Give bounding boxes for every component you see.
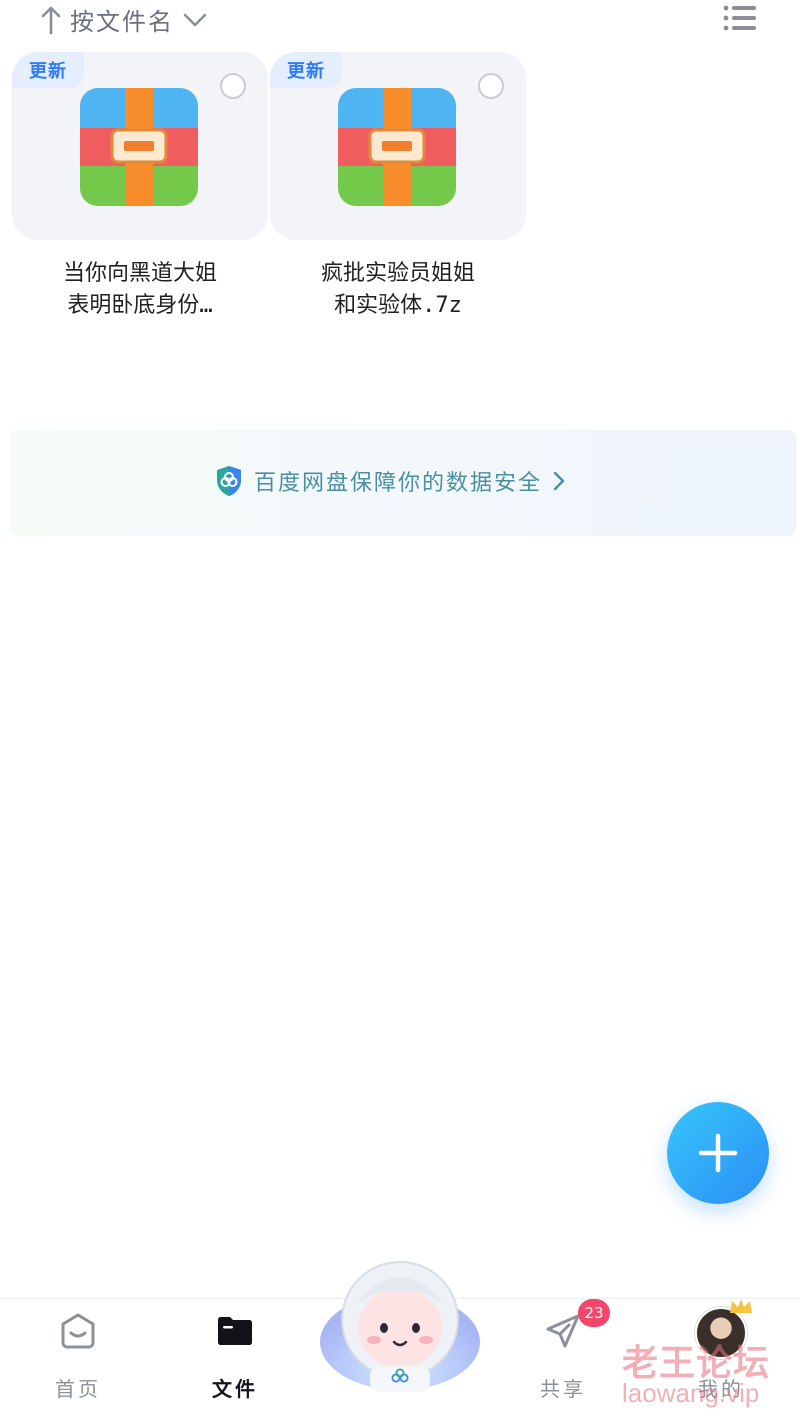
security-banner-content: 百度网盘保障你的数据安全 xyxy=(214,464,566,498)
list-view-button[interactable] xyxy=(718,2,762,38)
home-icon xyxy=(61,1313,95,1349)
security-banner[interactable]: 百度网盘保障你的数据安全 xyxy=(10,430,796,536)
zip-archive-icon xyxy=(80,88,198,206)
file-name: 当你向黑道大姐 表明卧底身份… xyxy=(12,258,268,322)
nav-home[interactable]: 首页 xyxy=(23,1299,133,1418)
notification-badge: 23 xyxy=(578,1299,610,1327)
file-thumbnail[interactable]: 更新 xyxy=(270,52,526,240)
update-badge-label: 更新 xyxy=(287,61,325,82)
file-thumbnail[interactable]: 更新 xyxy=(12,52,268,240)
sort-label: 按文件名 xyxy=(70,8,174,36)
select-checkbox[interactable] xyxy=(220,73,246,99)
file-name: 疯批实验员姐姐 和实验体.7z xyxy=(270,258,526,322)
plus-icon xyxy=(698,1133,738,1173)
crown-icon xyxy=(730,1299,752,1313)
file-card[interactable]: 更新 疯批实验员姐姐 和实验体.7z xyxy=(270,52,526,328)
nav-share-label: 共享 xyxy=(540,1377,586,1401)
add-button[interactable] xyxy=(667,1102,769,1204)
sort-bar: 按文件名 xyxy=(0,0,800,44)
list-view-icon xyxy=(723,5,756,31)
nav-mine[interactable]: 我的 xyxy=(666,1299,776,1418)
nav-files-label: 文件 xyxy=(212,1377,258,1401)
file-name-line: 表明卧底身份… xyxy=(67,293,213,318)
shield-icon xyxy=(217,466,241,496)
file-name-line: 当你向黑道大姐 xyxy=(62,261,217,286)
file-name-line: 疯批实验员姐姐 xyxy=(320,261,475,286)
zip-archive-icon xyxy=(338,88,456,206)
select-checkbox[interactable] xyxy=(478,73,504,99)
sort-ascending-arrow-icon xyxy=(41,6,61,34)
update-badge-label: 更新 xyxy=(29,61,67,82)
file-card[interactable]: 更新 当你向黑道大姐 表明卧底身份… xyxy=(12,52,268,328)
update-badge: 更新 xyxy=(270,52,342,88)
chevron-right-icon xyxy=(553,471,565,491)
security-banner-text: 百度网盘保障你的数据安全 xyxy=(254,471,543,496)
nav-share[interactable]: 23 共享 xyxy=(508,1299,618,1418)
send-icon xyxy=(546,1314,580,1348)
nav-home-label: 首页 xyxy=(55,1377,101,1401)
nav-files[interactable]: 文件 xyxy=(180,1299,290,1418)
folder-icon xyxy=(218,1317,252,1345)
update-badge: 更新 xyxy=(12,52,84,88)
mascot-icon[interactable] xyxy=(318,1254,482,1394)
file-name-line: 和实验体.7z xyxy=(334,293,462,318)
nav-mine-label: 我的 xyxy=(698,1377,744,1401)
sort-by-name-button[interactable]: 按文件名 xyxy=(40,2,208,37)
chevron-down-icon xyxy=(183,13,207,26)
